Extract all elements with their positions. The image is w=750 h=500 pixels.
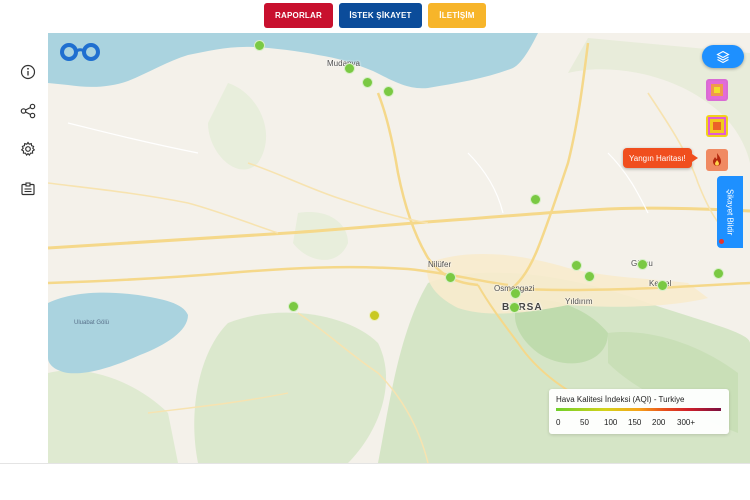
aqi-station-marker[interactable] (510, 288, 521, 299)
top-nav: RAPORLAR İSTEK ŞİKAYET İLETİŞİM (0, 0, 750, 33)
legend-title: Hava Kalitesi İndeksi (AQI) - Turkiye (556, 395, 685, 404)
layers-button[interactable] (702, 45, 744, 68)
aqi-station-marker[interactable] (530, 194, 541, 205)
temperature-layer-button[interactable] (706, 79, 728, 101)
legend-tick: 150 (628, 418, 642, 427)
aqi-station-marker[interactable] (584, 271, 595, 282)
flame-icon (713, 153, 721, 166)
contact-button[interactable]: İLETİŞİM (428, 3, 486, 28)
layers-icon (716, 50, 730, 63)
legend-tick: 200 (652, 418, 666, 427)
left-sidebar (0, 33, 48, 463)
id-card-icon[interactable] (20, 181, 36, 197)
lake-label-uluabat: Uluabat Gölü (74, 320, 110, 326)
complaint-label: Şikayet Bildir (725, 188, 735, 236)
aqi-legend: Hava Kalitesi İndeksi (AQI) - Turkiye 0 … (549, 389, 729, 434)
aqi-station-marker[interactable] (288, 301, 299, 312)
air-quality-map[interactable]: Yangın Haritası! Şikayet Bildir Mudanya … (48, 33, 750, 463)
legend-color-scale (556, 408, 721, 411)
aqi-station-marker[interactable] (445, 272, 456, 283)
aqi-station-marker[interactable] (713, 268, 724, 279)
legend-tick: 50 (580, 418, 589, 427)
aqi-station-marker[interactable] (637, 259, 648, 270)
bottom-bar (0, 463, 750, 500)
city-label-nilufer: Nilüfer (428, 260, 452, 269)
share-icon[interactable] (20, 103, 36, 119)
fire-map-tooltip: Yangın Haritası! (623, 148, 698, 168)
legend-tick: 100 (604, 418, 618, 427)
request-complaint-button[interactable]: İSTEK ŞİKAYET (339, 3, 422, 28)
aqi-station-marker[interactable] (369, 310, 380, 321)
aqi-layer-button[interactable] (706, 115, 728, 137)
aqi-station-marker[interactable] (571, 260, 582, 271)
city-label-yildirim: Yıldırım (565, 297, 593, 306)
aqi-layer-icon (708, 117, 726, 135)
aqi-station-marker[interactable] (383, 86, 394, 97)
aqi-station-marker[interactable] (657, 280, 668, 291)
legend-tick: 0 (556, 418, 561, 427)
complaint-indicator (719, 239, 724, 244)
aqi-station-marker[interactable] (254, 40, 265, 51)
fire-map-button[interactable] (706, 149, 728, 171)
aqi-station-marker[interactable] (509, 302, 520, 313)
aqi-station-marker[interactable] (344, 63, 355, 74)
info-icon[interactable] (20, 64, 36, 80)
legend-tick: 300+ (677, 418, 696, 427)
gear-icon[interactable] (20, 141, 36, 157)
temperature-layer-icon (708, 81, 726, 99)
reports-button[interactable]: RAPORLAR (264, 3, 333, 28)
aqi-station-marker[interactable] (362, 77, 373, 88)
binoculars-logo-icon[interactable] (58, 42, 103, 62)
complaint-tab[interactable]: Şikayet Bildir (717, 176, 743, 248)
